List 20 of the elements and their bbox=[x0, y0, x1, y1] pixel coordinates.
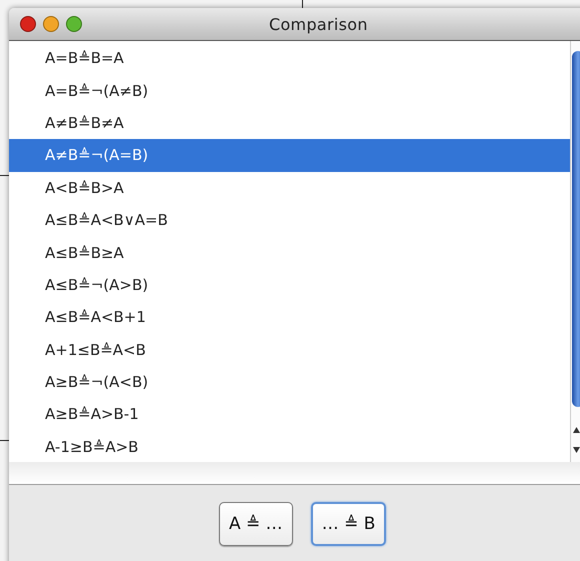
close-icon[interactable] bbox=[20, 16, 36, 32]
zoom-icon[interactable] bbox=[66, 16, 82, 32]
window-title: Comparison bbox=[269, 15, 368, 34]
list-item[interactable]: A≤B≜A<B∨A=B bbox=[9, 204, 570, 236]
list-item[interactable]: A-1≥B≜A>B bbox=[9, 430, 570, 464]
list-item[interactable]: A=B≜B=A bbox=[9, 42, 570, 74]
list-item[interactable]: A≥B≜¬(A<B) bbox=[9, 366, 570, 398]
list-item[interactable]: A≤B≜A<B+1 bbox=[9, 301, 570, 334]
list-item[interactable]: A≤B≜B≥A bbox=[9, 236, 570, 269]
list-item[interactable]: A≥B≜A>B-1 bbox=[9, 398, 570, 431]
minimize-icon[interactable] bbox=[43, 16, 59, 32]
insert-button[interactable]: A ≜ … bbox=[219, 502, 293, 546]
list-item[interactable]: A=B≜¬(A≠B) bbox=[9, 74, 570, 107]
list-item[interactable]: A<B≜B>A bbox=[9, 172, 570, 204]
scrollbar[interactable] bbox=[570, 41, 580, 462]
list-item[interactable]: A≠B≜B≠A bbox=[9, 106, 570, 140]
list-item[interactable]: A≤B≜¬(A>B) bbox=[9, 268, 570, 302]
list-item[interactable]: A+1≤B≜A<B bbox=[9, 334, 570, 366]
list-item[interactable]: A≠B≜¬(A=B) bbox=[9, 139, 570, 172]
insert-button[interactable]: … ≜ B bbox=[310, 502, 386, 546]
